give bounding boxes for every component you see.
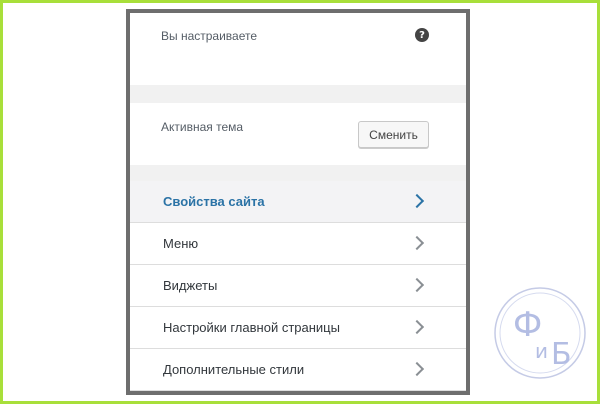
menu-item-menus[interactable]: Меню xyxy=(130,223,466,265)
chevron-right-icon xyxy=(409,319,425,335)
menu-item-label: Меню xyxy=(163,236,199,251)
fib-logo: Ф и Б xyxy=(494,287,586,379)
customizer-menu: Свойства сайта Меню Виджеты Настройки гл… xyxy=(130,181,466,391)
active-theme-section: Активная тема Сменить xyxy=(130,103,466,165)
menu-item-widgets[interactable]: Виджеты xyxy=(130,265,466,307)
menu-item-homepage-settings[interactable]: Настройки главной страницы xyxy=(130,307,466,349)
you-customize-label: Вы настраиваете xyxy=(161,29,258,43)
svg-text:и: и xyxy=(535,339,548,363)
customizer-panel: Вы настраиваете ? Активная тема Сменить … xyxy=(126,9,470,395)
chevron-right-icon xyxy=(409,193,425,209)
menu-item-label: Виджеты xyxy=(163,278,218,293)
help-icon[interactable]: ? xyxy=(415,28,429,42)
svg-text:Б: Б xyxy=(551,337,572,372)
menu-item-label: Свойства сайта xyxy=(163,194,265,209)
chevron-right-icon xyxy=(409,235,425,251)
active-theme-label: Активная тема xyxy=(161,120,244,134)
customizer-header: Вы настраиваете ? xyxy=(130,13,466,85)
change-theme-button[interactable]: Сменить xyxy=(358,121,429,148)
menu-item-additional-css[interactable]: Дополнительные стили xyxy=(130,349,466,391)
menu-item-label: Дополнительные стили xyxy=(163,362,305,377)
chevron-right-icon xyxy=(409,361,425,377)
menu-item-site-identity[interactable]: Свойства сайта xyxy=(130,181,466,223)
chevron-right-icon xyxy=(409,277,425,293)
menu-item-label: Настройки главной страницы xyxy=(163,320,340,335)
